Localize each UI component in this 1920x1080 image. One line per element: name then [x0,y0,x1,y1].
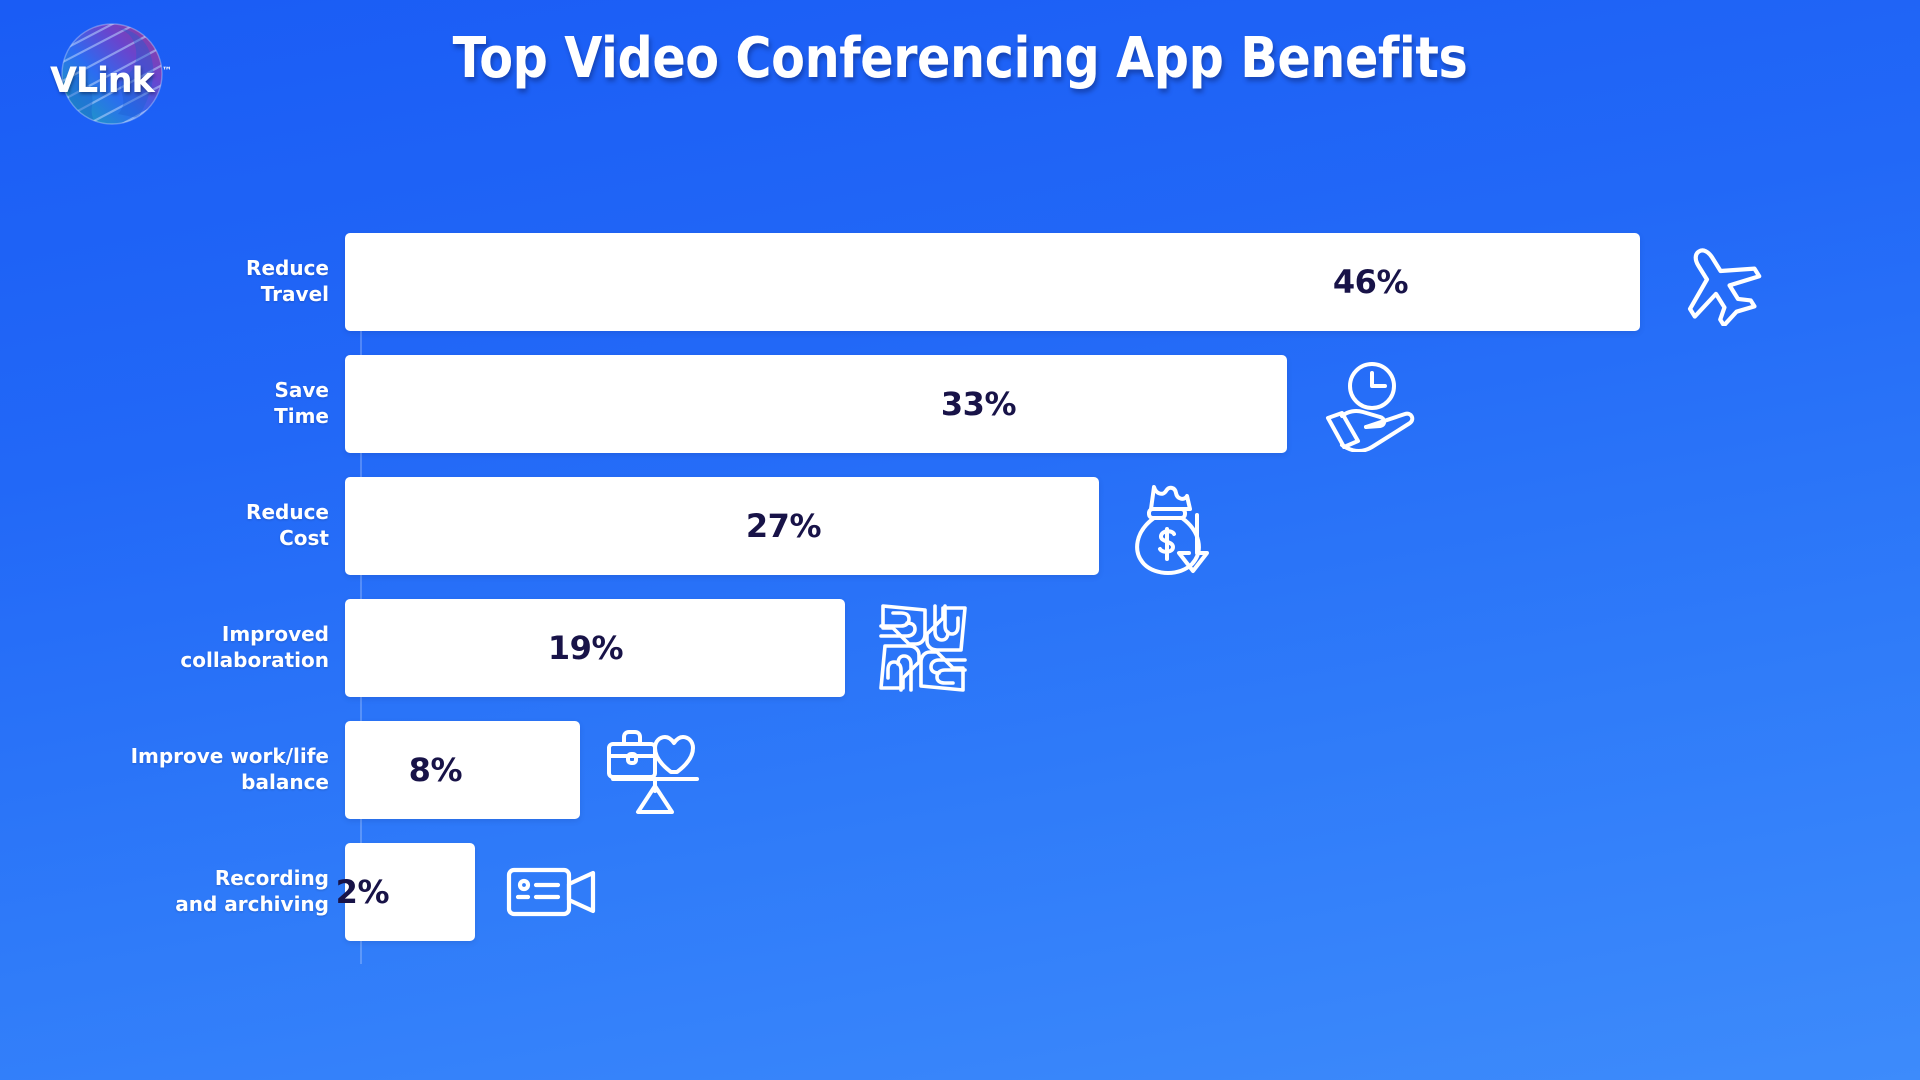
airplane-icon [1670,238,1766,326]
chart-row: Improved collaboration 19% [0,598,1920,698]
bar-value-label: 27% [745,507,822,545]
category-label: Save Time [0,378,345,429]
category-label: Improve work/life balance [0,744,345,795]
chart-row: Recording and archiving 2% [0,842,1920,942]
bar-value-label: 8% [408,751,463,789]
category-label-line1: Improve work/life [130,744,329,769]
category-label-line2: and archiving [175,892,329,916]
work-life-balance-icon [603,724,707,816]
video-camera-icon [505,860,601,924]
category-label: Improved collaboration [0,622,345,673]
bar-container: 46% [345,232,1762,332]
category-label-line1: Save [274,378,329,403]
bar-value-label: 46% [1332,263,1409,301]
chart-row: Reduce Travel 46% [0,232,1920,332]
bar-value-label: 19% [547,629,624,667]
category-label-line1: Recording [214,866,329,891]
category-label: Reduce Cost [0,500,345,551]
category-label-line2: collaboration [180,648,329,672]
horizontal-bar-chart: Reduce Travel 46% Save Time 33% Reduce C… [0,232,1920,972]
bar-container: 33% [345,354,1415,454]
category-label-line2: balance [241,770,329,794]
chart-row: Improve work/life balance 8% [0,720,1920,820]
four-hands-icon [873,598,973,698]
category-label-line1: Reduce [246,500,329,525]
page-title: Top Video Conferencing App Benefits [452,26,1468,91]
category-label-line1: Reduce [246,256,329,281]
bar[interactable]: 27% [345,477,1099,575]
bar-value-label: 2% [335,873,390,911]
category-label-line2: Travel [260,282,329,306]
bar[interactable]: 33% [345,355,1287,453]
category-label: Recording and archiving [0,866,345,917]
bar-value-label: 33% [940,385,1017,423]
bar-container: 2% [336,842,596,942]
bar[interactable]: 8% [345,721,580,819]
bar[interactable]: 19% [345,599,845,697]
bar[interactable]: 2% [336,843,475,941]
chart-row: Save Time 33% [0,354,1920,454]
bar[interactable]: 46% [345,233,1640,331]
clock-hand-icon [1320,356,1416,452]
category-label-line1: Improved [221,622,329,647]
category-label: Reduce Travel [0,256,345,307]
category-label-line2: Cost [279,526,329,550]
bar-container: 27% [345,476,1209,576]
category-label-line2: Time [274,404,329,428]
bar-container: 8% [345,720,699,820]
bar-container: 19% [345,598,967,698]
money-bag-down-icon [1130,477,1224,575]
chart-row: Reduce Cost 27% [0,476,1920,576]
